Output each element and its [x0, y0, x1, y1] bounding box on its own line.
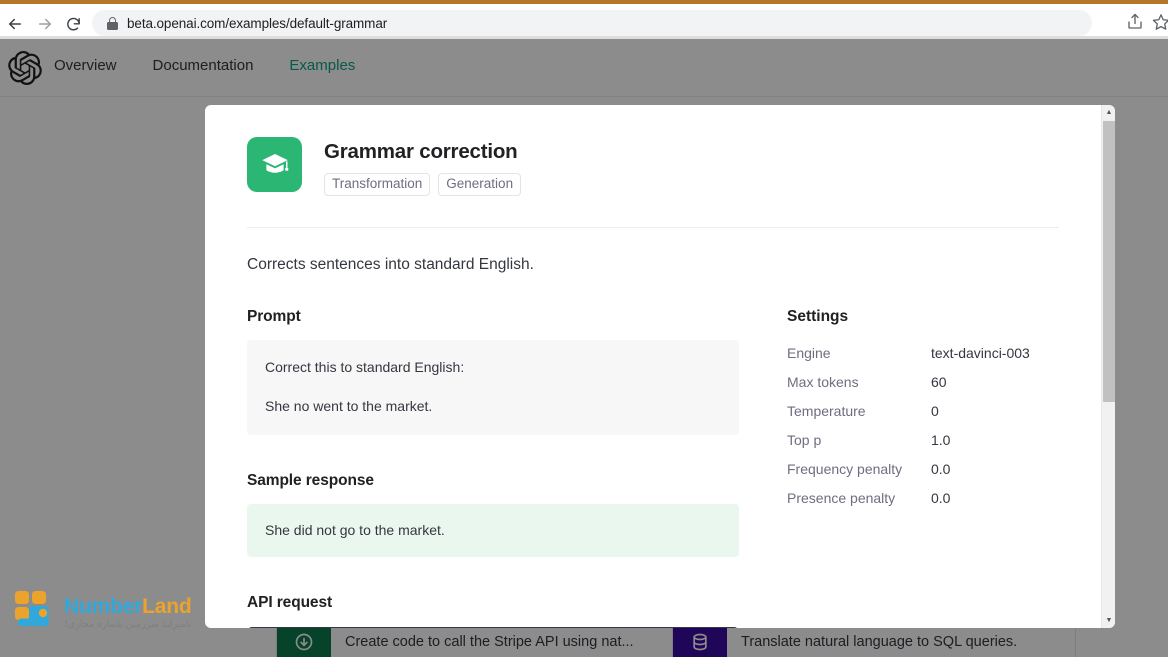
right-column: Settings Engine text-davinci-003 Max tok…: [787, 308, 1067, 628]
graduation-cap-glyph: [261, 153, 288, 173]
left-column: Prompt Correct this to standard English:…: [247, 308, 739, 628]
setting-row-engine: Engine text-davinci-003: [787, 345, 1067, 361]
reload-button[interactable]: [60, 11, 86, 37]
setting-key: Top p: [787, 432, 822, 449]
header-divider: [247, 227, 1059, 229]
prompt-line: She no went to the market.: [265, 398, 433, 415]
setting-row-top-p: Top p 1.0: [787, 432, 1067, 448]
sample-response-box: She did not go to the market.: [247, 503, 739, 558]
forward-button[interactable]: [32, 11, 58, 37]
sample-response-title: Sample response: [247, 471, 374, 489]
modal-scrollbar[interactable]: ▲ ▼: [1101, 105, 1115, 628]
prompt-line: Correct this to standard English:: [265, 359, 465, 376]
scroll-up-arrow-icon[interactable]: ▲: [1102, 105, 1115, 120]
tag-list: Transformation Generation: [324, 173, 522, 197]
example-detail-modal: Grammar correction Transformation Genera…: [205, 105, 1115, 628]
setting-key: Presence penalty: [787, 490, 896, 507]
scrollbar-thumb[interactable]: [1103, 121, 1115, 402]
sample-response-text: She did not go to the market.: [265, 521, 445, 538]
setting-row-presence-penalty: Presence penalty 0.0: [787, 490, 1067, 506]
url-text: beta.openai.com/examples/default-grammar: [127, 15, 388, 31]
setting-value: 60: [931, 374, 947, 391]
numberland-logo-icon: [15, 591, 49, 626]
setting-key: Frequency penalty: [787, 461, 903, 478]
setting-value: 0: [931, 403, 939, 420]
modal-header-text: Grammar correction Transformation Genera…: [324, 137, 522, 197]
modal-body: Grammar correction Transformation Genera…: [205, 105, 1101, 628]
setting-row-max-tokens: Max tokens 60: [787, 374, 1067, 390]
setting-key: Engine: [787, 345, 831, 362]
browser-toolbar: beta.openai.com/examples/default-grammar: [0, 4, 1168, 36]
api-request-title: API request: [247, 594, 333, 612]
settings-section-title: Settings: [787, 308, 849, 326]
modal-columns: Prompt Correct this to standard English:…: [247, 308, 1059, 628]
tag-transformation[interactable]: Transformation: [324, 173, 431, 197]
star-icon: [1152, 14, 1168, 30]
bookmark-button[interactable]: [1152, 13, 1168, 33]
setting-row-frequency-penalty: Frequency penalty 0.0: [787, 461, 1067, 477]
setting-key: Temperature: [787, 403, 866, 420]
setting-value: 0.0: [931, 490, 951, 507]
setting-value: text-davinci-003: [931, 345, 1030, 362]
api-request-code-block[interactable]: [247, 627, 739, 628]
modal-header: Grammar correction Transformation Genera…: [247, 137, 1059, 197]
setting-value: 0.0: [931, 461, 951, 478]
back-arrow-icon: [9, 18, 21, 30]
setting-value: 1.0: [931, 432, 951, 449]
example-description: Corrects sentences into standard English…: [247, 256, 534, 274]
wordmark-number: Number: [64, 595, 143, 618]
scroll-down-arrow-icon[interactable]: ▼: [1102, 613, 1115, 628]
setting-row-temperature: Temperature 0: [787, 403, 1067, 419]
numberland-tagline: نامبرلند سرزمین شماره مجازی!: [64, 619, 192, 630]
address-bar[interactable]: beta.openai.com/examples/default-grammar: [92, 10, 1092, 36]
forward-arrow-icon: [39, 18, 51, 30]
graduation-cap-icon: [247, 137, 302, 192]
prompt-section-title: Prompt: [247, 308, 301, 326]
tag-generation[interactable]: Generation: [438, 173, 522, 197]
reload-icon: [66, 17, 80, 30]
wordmark-land: Land: [142, 595, 192, 618]
numberland-wordmark: NumberLand: [64, 595, 192, 619]
page-title: Grammar correction: [324, 140, 518, 163]
setting-key: Max tokens: [787, 374, 859, 391]
prompt-box: Correct this to standard English: She no…: [247, 340, 739, 435]
numberland-watermark: NumberLand نامبرلند سرزمین شماره مجازی!: [14, 589, 214, 641]
share-button[interactable]: [1126, 13, 1146, 33]
settings-list: Engine text-davinci-003 Max tokens 60 Te…: [787, 345, 1067, 506]
lock-icon: [106, 16, 118, 30]
back-button[interactable]: [2, 11, 28, 37]
share-icon: [1128, 13, 1142, 29]
